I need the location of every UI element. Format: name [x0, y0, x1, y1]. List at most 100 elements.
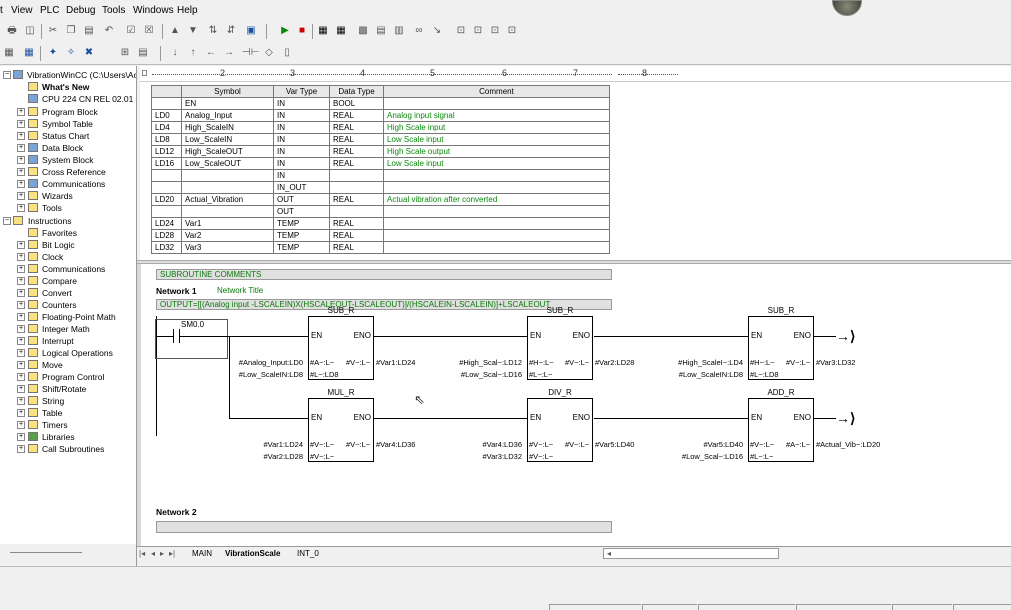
var-type[interactable]: IN	[273, 133, 330, 146]
tree-root[interactable]: VibrationWinCC (C:\Users\Ac	[27, 69, 136, 81]
var-type[interactable]: IN	[273, 169, 330, 182]
instr-string[interactable]: String	[42, 395, 64, 407]
var-address[interactable]	[151, 205, 182, 218]
expand-toggle[interactable]: +	[17, 325, 25, 333]
paste-icon[interactable]: ▤	[82, 24, 96, 38]
instr-libraries[interactable]: Libraries	[42, 431, 75, 443]
output-operand[interactable]: #Var2:LD28	[595, 358, 634, 367]
var-type[interactable]: TEMP	[273, 229, 330, 242]
var-comment[interactable]	[383, 181, 610, 194]
tree-item-system-block[interactable]: System Block	[42, 154, 94, 166]
instr-clock[interactable]: Clock	[42, 251, 63, 263]
download-icon[interactable]: ▼	[186, 24, 200, 38]
line-right-icon[interactable]: →	[222, 46, 236, 60]
var-type[interactable]: OUT	[273, 205, 330, 218]
expand-toggle[interactable]: +	[17, 361, 25, 369]
var-address[interactable]	[151, 97, 182, 110]
var-comment[interactable]: Analog input signal	[383, 109, 610, 122]
var-data-type[interactable]: REAL	[329, 193, 384, 206]
col-header-address[interactable]	[151, 85, 182, 98]
tree-item-program-block[interactable]: Program Block	[42, 106, 98, 118]
var-symbol[interactable]: Low_ScaleOUT	[181, 157, 274, 170]
var-address[interactable]: LD12	[151, 145, 182, 158]
instr-favorites[interactable]: Favorites	[42, 227, 77, 239]
var-symbol[interactable]: Var2	[181, 229, 274, 242]
var-symbol[interactable]	[181, 205, 274, 218]
instr-call-subroutines[interactable]: Call Subroutines	[42, 443, 104, 455]
table-row[interactable]: LD20 Actual_Vibration OUT REAL Actual vibrat…	[151, 193, 610, 206]
stop-icon[interactable]: ■	[295, 24, 309, 38]
instr-shift-rotate[interactable]: Shift/Rotate	[42, 383, 86, 395]
var-data-type[interactable]: REAL	[329, 121, 384, 134]
tree-item-cpu[interactable]: CPU 224 CN REL 02.01	[42, 93, 133, 105]
expand-toggle[interactable]: +	[17, 132, 25, 140]
var-data-type[interactable]	[329, 169, 384, 182]
tree-item-symbol-table[interactable]: Symbol Table	[42, 118, 93, 130]
expand-toggle[interactable]: +	[17, 433, 25, 441]
var-data-type[interactable]: REAL	[329, 241, 384, 254]
collapse-toggle[interactable]: −	[3, 71, 11, 79]
var-address[interactable]: LD16	[151, 157, 182, 170]
expand-toggle[interactable]: +	[17, 156, 25, 164]
var-data-type[interactable]: REAL	[329, 145, 384, 158]
input-operand-1[interactable]: #Var1:LD24	[264, 440, 303, 449]
expand-toggle[interactable]: +	[17, 253, 25, 261]
var-comment[interactable]	[383, 217, 610, 230]
menu-debug[interactable]: Debug	[66, 5, 95, 16]
table-row[interactable]: LD0 Analog_Input IN REAL Analog input signal	[151, 109, 610, 122]
table-row[interactable]: IN	[151, 169, 610, 182]
tree-item-wizards[interactable]: Wizards	[42, 190, 73, 202]
instr-program-control[interactable]: Program Control	[42, 371, 104, 383]
delete-network-icon[interactable]: ✧	[64, 46, 78, 60]
var-symbol[interactable]: Low_ScaleIN	[181, 133, 274, 146]
symbol-icon[interactable]: ⊞	[118, 46, 132, 60]
var-type[interactable]: TEMP	[273, 217, 330, 230]
expand-toggle[interactable]: +	[17, 192, 25, 200]
input-operand-2[interactable]: #Low_ScaleIN:LD8	[239, 370, 303, 379]
sort-asc-icon[interactable]: ⇅	[206, 24, 220, 38]
monitor-icon[interactable]: ▩	[356, 24, 370, 38]
var-comment[interactable]	[383, 169, 610, 182]
var-address[interactable]: LD32	[151, 241, 182, 254]
instr-move[interactable]: Move	[42, 359, 63, 371]
var-type[interactable]: TEMP	[273, 241, 330, 254]
output-operand[interactable]: #Actual_Vib~:LD20	[816, 440, 880, 449]
output-operand[interactable]: #Var5:LD40	[595, 440, 634, 449]
tab-next-icon[interactable]: ▸	[160, 549, 164, 558]
table-row[interactable]: LD32 Var3 TEMP REAL	[151, 241, 610, 254]
write-icon[interactable]: ⊡	[488, 24, 502, 38]
var-data-type[interactable]: BOOL	[329, 97, 384, 110]
tab-int-0[interactable]: INT_0	[297, 549, 319, 558]
var-type[interactable]: IN	[273, 121, 330, 134]
coil-icon[interactable]: ◇	[262, 46, 276, 60]
cut-icon[interactable]: ✂	[46, 24, 60, 38]
input-operand-1[interactable]: #High_Scal~:LD12	[459, 358, 522, 367]
input-operand-2[interactable]: #Var2:LD28	[264, 452, 303, 461]
tree-item-tools[interactable]: Tools	[42, 202, 62, 214]
var-data-type[interactable]: REAL	[329, 133, 384, 146]
var-comment[interactable]	[383, 229, 610, 242]
insert-network-icon[interactable]: ✦	[46, 46, 60, 60]
var-symbol[interactable]: Actual_Vibration	[181, 193, 274, 206]
expand-toggle[interactable]: +	[17, 277, 25, 285]
table-row[interactable]: IN_OUT	[151, 181, 610, 194]
col-header-data-type[interactable]: Data Type	[329, 85, 384, 98]
copy-icon[interactable]: ❐	[64, 24, 78, 38]
var-address[interactable]: LD28	[151, 229, 182, 242]
expand-toggle[interactable]: +	[17, 397, 25, 405]
var-type[interactable]: OUT	[273, 193, 330, 206]
ladder-icon[interactable]: ▦	[2, 46, 16, 60]
var-type[interactable]: IN	[273, 109, 330, 122]
var-address[interactable]: LD0	[151, 109, 182, 122]
var-symbol[interactable]: Var1	[181, 217, 274, 230]
table-row[interactable]: LD28 Var2 TEMP REAL	[151, 229, 610, 242]
instr-integer-math[interactable]: Integer Math	[42, 323, 90, 335]
var-comment[interactable]: Low Scale input	[383, 157, 610, 170]
table-row[interactable]: LD24 Var1 TEMP REAL	[151, 217, 610, 230]
expand-toggle[interactable]: +	[17, 168, 25, 176]
var-comment[interactable]: Low Scale input	[383, 133, 610, 146]
table-row[interactable]: OUT	[151, 205, 610, 218]
menu-file-partial[interactable]: t	[0, 5, 3, 16]
insert-col-icon[interactable]: ✖	[82, 46, 96, 60]
expand-toggle[interactable]: +	[17, 108, 25, 116]
